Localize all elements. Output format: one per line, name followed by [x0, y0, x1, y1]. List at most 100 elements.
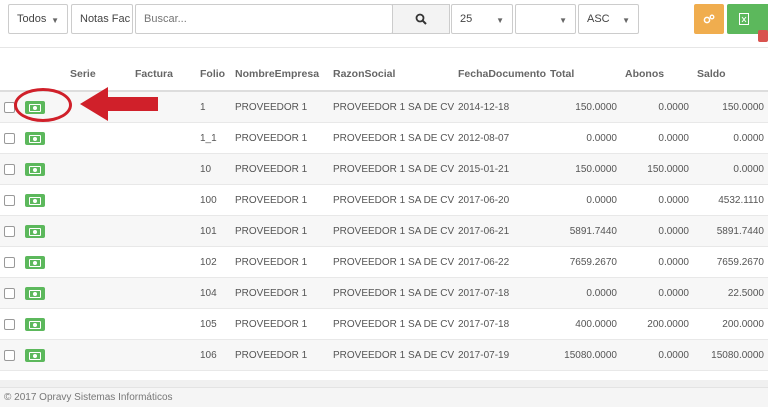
cell-abonos: 0.0000	[621, 122, 693, 154]
col-header-total[interactable]: Total	[546, 58, 621, 92]
pay-button[interactable]	[25, 317, 45, 331]
page-size-value: 25	[460, 13, 473, 25]
cell-abonos: 0.0000	[621, 215, 693, 247]
table-row[interactable]: 107Cecam Brand2017-07-3122500.52000.0000…	[0, 370, 768, 380]
cell-abonos: 0.0000	[621, 339, 693, 371]
col-header-razon-social[interactable]: RazonSocial	[329, 58, 454, 92]
col-header-saldo[interactable]: Saldo	[693, 58, 768, 92]
red-tab[interactable]	[758, 30, 768, 42]
cell-total: 5891.7440	[546, 215, 621, 247]
cell-saldo: 15080.0000	[693, 339, 768, 371]
search-input[interactable]	[135, 4, 393, 34]
doc-type-field[interactable]: Notas Fac	[71, 4, 133, 34]
pay-button[interactable]	[25, 162, 45, 176]
row-actions-cell	[0, 277, 66, 309]
cell-serie	[66, 153, 131, 185]
table-row[interactable]: 102 PROVEEDOR 1 PROVEEDOR 1 SA DE CV 2017-0…	[0, 246, 768, 278]
cell-saldo: 0.0000	[693, 153, 768, 185]
settings-button[interactable]	[694, 4, 724, 34]
cell-folio: 100	[196, 184, 231, 216]
cell-factura	[131, 122, 196, 154]
table-row[interactable]: 10 PROVEEDOR 1 PROVEEDOR 1 SA DE CV 2015-01…	[0, 153, 768, 185]
row-checkbox[interactable]	[4, 318, 15, 330]
cell-fecha-documento: 2017-07-18	[454, 308, 546, 340]
cell-razon-social: PROVEEDOR 1 SA DE CV	[329, 339, 454, 371]
cell-serie	[66, 370, 131, 380]
cell-folio: 104	[196, 277, 231, 309]
cell-total: 15080.0000	[546, 339, 621, 371]
cell-total: 7659.2670	[546, 246, 621, 278]
pay-button[interactable]	[25, 348, 45, 362]
red-arrow-annotation	[80, 87, 158, 121]
pay-button[interactable]	[25, 193, 45, 207]
row-actions-cell	[0, 153, 66, 185]
cell-fecha-documento: 2017-07-19	[454, 339, 546, 371]
row-actions-cell	[0, 339, 66, 371]
table-row[interactable]: 106 PROVEEDOR 1 PROVEEDOR 1 SA DE CV 2017-0…	[0, 339, 768, 371]
cell-factura	[131, 215, 196, 247]
row-checkbox[interactable]	[4, 225, 15, 237]
col-header-fecha-documento[interactable]: FechaDocumento	[454, 58, 546, 92]
doc-type-value: Notas Fac	[80, 13, 131, 25]
cell-razon-social	[329, 370, 454, 380]
cell-total: 400.0000	[546, 308, 621, 340]
table-row[interactable]: 104 PROVEEDOR 1 PROVEEDOR 1 SA DE CV 2017-0…	[0, 277, 768, 309]
cell-nombre-empresa: PROVEEDOR 1	[231, 308, 329, 340]
sort-order-select[interactable]: ASC ▼	[578, 4, 639, 34]
cell-folio: 106	[196, 339, 231, 371]
cell-fecha-documento: 2012-08-07	[454, 122, 546, 154]
row-checkbox[interactable]	[4, 194, 15, 206]
cell-factura	[131, 339, 196, 371]
row-checkbox[interactable]	[4, 132, 15, 144]
pay-button[interactable]	[25, 255, 45, 269]
table-row[interactable]: 101 PROVEEDOR 1 PROVEEDOR 1 SA DE CV 2017-0…	[0, 215, 768, 247]
sort-order-value: ASC	[587, 13, 610, 25]
filter-select-value: Todos	[17, 13, 47, 25]
row-checkbox[interactable]	[4, 163, 15, 175]
cell-razon-social: PROVEEDOR 1 SA DE CV	[329, 246, 454, 278]
table-row[interactable]: 105 PROVEEDOR 1 PROVEEDOR 1 SA DE CV 2017-0…	[0, 308, 768, 340]
row-checkbox[interactable]	[4, 287, 15, 299]
cell-nombre-empresa: PROVEEDOR 1	[231, 277, 329, 309]
cell-fecha-documento: 2015-01-21	[454, 153, 546, 185]
cell-folio: 101	[196, 215, 231, 247]
row-actions-cell	[0, 184, 66, 216]
search-button[interactable]	[392, 4, 450, 34]
chevron-down-icon: ▼	[51, 16, 59, 25]
filter-select[interactable]: Todos ▼	[8, 4, 68, 34]
cell-saldo: 7659.2670	[693, 246, 768, 278]
pay-button[interactable]	[25, 286, 45, 300]
cell-saldo: 150.0000	[693, 90, 768, 123]
row-checkbox[interactable]	[4, 256, 15, 268]
cell-nombre-empresa: Cecam Brand	[231, 370, 329, 380]
toolbar: Todos ▼ Notas Fac 25 ▼ ▼ ASC ▼	[0, 0, 768, 48]
cell-serie	[66, 339, 131, 371]
cell-fecha-documento: 2017-06-20	[454, 184, 546, 216]
cell-saldo: 200.0000	[693, 308, 768, 340]
sort-field-select[interactable]: ▼	[515, 4, 576, 34]
row-checkbox[interactable]	[4, 349, 15, 361]
cell-nombre-empresa: PROVEEDOR 1	[231, 90, 329, 123]
col-header-abonos[interactable]: Abonos	[621, 58, 693, 92]
table-row[interactable]: 100 PROVEEDOR 1 PROVEEDOR 1 SA DE CV 2017-0…	[0, 184, 768, 216]
pay-button[interactable]	[25, 224, 45, 238]
row-actions-cell	[0, 215, 66, 247]
footer-copyright: © 2017 Opravy Sistemas Informáticos	[4, 392, 173, 403]
cell-folio: 102	[196, 246, 231, 278]
cell-nombre-empresa: PROVEEDOR 1	[231, 246, 329, 278]
cell-serie	[66, 308, 131, 340]
cell-serie	[66, 277, 131, 309]
cell-factura	[131, 277, 196, 309]
col-header-folio[interactable]: Folio	[196, 58, 231, 92]
cell-serie	[66, 122, 131, 154]
row-actions-cell	[0, 122, 66, 154]
cell-razon-social: PROVEEDOR 1 SA DE CV	[329, 122, 454, 154]
cell-fecha-documento: 2017-06-22	[454, 246, 546, 278]
cell-saldo: 22.5000	[693, 277, 768, 309]
cell-total: 0.0000	[546, 184, 621, 216]
table-row[interactable]: 1_1 PROVEEDOR 1 PROVEEDOR 1 SA DE CV 2012-0…	[0, 122, 768, 154]
horizontal-scrollbar[interactable]	[0, 380, 768, 387]
pay-button[interactable]	[25, 131, 45, 145]
col-header-nombre-empresa[interactable]: NombreEmpresa	[231, 58, 329, 92]
page-size-select[interactable]: 25 ▼	[451, 4, 513, 34]
